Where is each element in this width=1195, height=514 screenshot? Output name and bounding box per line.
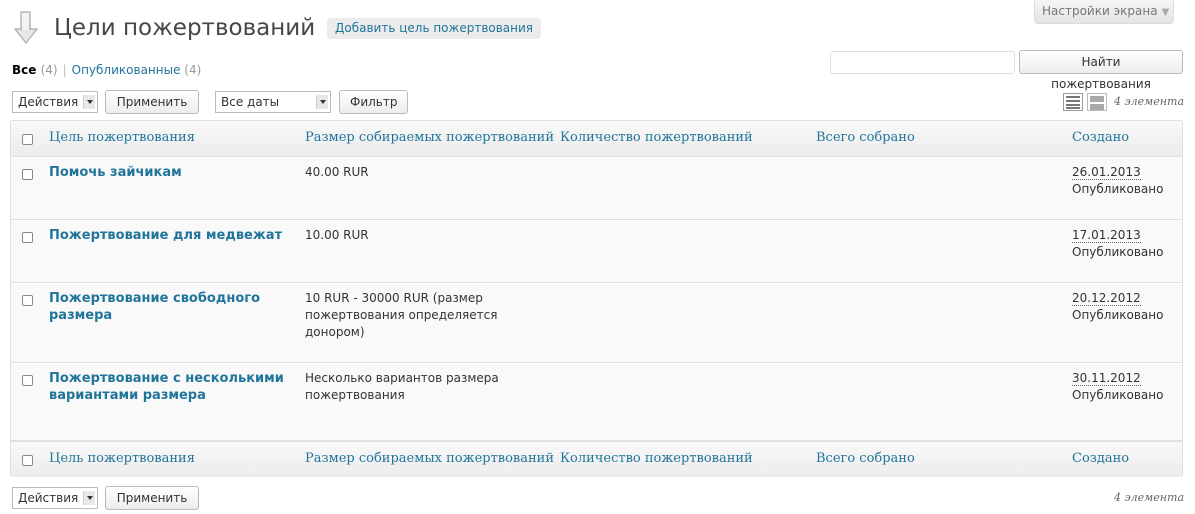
row-checkbox[interactable] <box>22 232 33 243</box>
screen-options-label: Настройки экрана <box>1042 4 1158 18</box>
table-row: Пожертвование для медвежат 10.00 RUR 17.… <box>11 220 1182 283</box>
row-title-link[interactable]: Пожертвование для медвежат <box>49 227 294 244</box>
items-count: 4 элемента <box>1114 95 1185 108</box>
column-total-header[interactable]: Всего собрано <box>816 130 915 145</box>
column-count-header[interactable]: Количество пожертвований <box>560 451 753 466</box>
search-input[interactable] <box>830 51 1015 74</box>
row-status: Опубликовано <box>1072 388 1164 402</box>
select-all-checkbox[interactable] <box>22 455 33 466</box>
table-footer: Цель пожертвования Размер собираемых пож… <box>11 441 1182 477</box>
row-status: Опубликовано <box>1072 182 1164 196</box>
row-amount: 40.00 RUR <box>305 165 369 179</box>
column-total-header[interactable]: Всего собрано <box>816 451 915 466</box>
column-date-header[interactable]: Создано <box>1072 451 1129 466</box>
table-row: Пожертвование с несколькими вариантами р… <box>11 363 1182 441</box>
row-title-link[interactable]: Помочь зайчикам <box>49 164 294 181</box>
dropdown-arrow-icon <box>83 491 95 505</box>
row-amount: 10.00 RUR <box>305 228 369 242</box>
column-title-header[interactable]: Цель пожертвования <box>49 130 195 145</box>
select-all-checkbox[interactable] <box>22 134 33 145</box>
filter-all-link[interactable]: Все (4) <box>12 63 58 77</box>
bulk-actions-select-bottom[interactable]: Действия <box>12 487 98 509</box>
row-amount: Несколько вариантов размера пожертвовани… <box>305 371 499 402</box>
donation-goals-table: Цель пожертвования Размер собираемых пож… <box>10 120 1183 477</box>
column-date-header[interactable]: Создано <box>1072 130 1129 145</box>
filter-separator: | <box>62 63 67 77</box>
add-donation-goal-button[interactable]: Добавить цель пожертвования <box>327 18 542 39</box>
excerpt-view-icon[interactable] <box>1087 93 1107 111</box>
filter-button[interactable]: Фильтр <box>339 90 408 114</box>
row-checkbox[interactable] <box>22 375 33 386</box>
row-status: Опубликовано <box>1072 245 1164 259</box>
chevron-down-icon: ▼ <box>1161 7 1170 18</box>
filter-published-link[interactable]: Опубликованные (4) <box>72 63 202 77</box>
row-title-link[interactable]: Пожертвование свободного размера <box>49 290 279 324</box>
row-date: 26.01.2013 Опубликовано <box>1072 165 1164 196</box>
items-count-bottom: 4 элемента <box>1114 491 1185 504</box>
apply-button-bottom[interactable]: Применить <box>105 486 199 510</box>
screen-options-button[interactable]: Настройки экрана ▼ <box>1034 0 1174 24</box>
column-title-header[interactable]: Цель пожертвования <box>49 451 195 466</box>
list-view-icon[interactable] <box>1063 93 1083 111</box>
page-title: Цели пожертвований <box>54 15 316 41</box>
search-donations-button[interactable]: Найти пожертвования <box>1019 50 1183 91</box>
bulk-actions-select[interactable]: Действия <box>12 91 98 113</box>
dropdown-arrow-icon <box>83 95 95 109</box>
table-row: Помочь зайчикам 40.00 RUR 26.01.2013 Опуб… <box>11 157 1182 220</box>
row-date: 17.01.2013 Опубликовано <box>1072 228 1164 259</box>
dates-select[interactable]: Все даты <box>215 91 331 113</box>
row-amount: 10 RUR - 30000 RUR (размер пожертвования… <box>305 291 498 339</box>
apply-button[interactable]: Применить <box>105 90 199 114</box>
row-checkbox[interactable] <box>22 169 33 180</box>
status-filter-links: Все (4) | Опубликованные (4) <box>12 61 201 79</box>
row-date: 30.11.2012 Опубликовано <box>1072 371 1164 402</box>
row-status: Опубликовано <box>1072 308 1164 322</box>
table-header: Цель пожертвования Размер собираемых пож… <box>11 121 1182 157</box>
row-checkbox[interactable] <box>22 295 33 306</box>
row-date: 20.12.2012 Опубликовано <box>1072 291 1164 322</box>
table-row: Пожертвование свободного размера 10 RUR … <box>11 283 1182 363</box>
column-amount-header[interactable]: Размер собираемых пожертвований <box>305 130 554 145</box>
column-amount-header[interactable]: Размер собираемых пожертвований <box>305 451 554 466</box>
donations-page-icon <box>12 10 40 46</box>
dropdown-arrow-icon <box>316 95 328 109</box>
row-title-link[interactable]: Пожертвование с несколькими вариантами р… <box>49 370 294 404</box>
column-count-header[interactable]: Количество пожертвований <box>560 130 753 145</box>
